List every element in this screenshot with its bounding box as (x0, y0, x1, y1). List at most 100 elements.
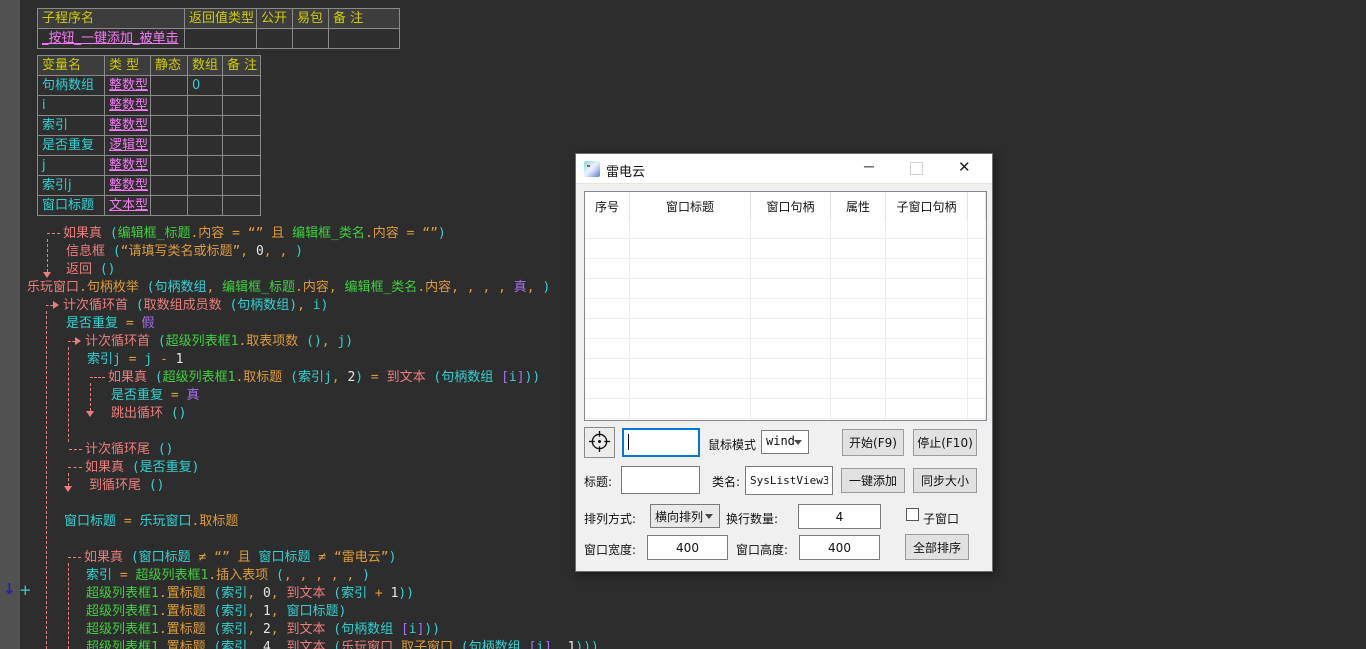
code-line[interactable]: 计次循环首 (取数组成员数 (句柄数组), i) (63, 297, 328, 314)
code-token: , (271, 622, 287, 637)
code-line[interactable]: 返回 () (66, 261, 115, 278)
listview-cell (585, 359, 630, 378)
code-line[interactable]: 如果真 (窗口标题 ≠ “” 且 窗口标题 ≠ “雷电云”) (84, 549, 396, 566)
flow-line (69, 449, 82, 450)
capture-button[interactable] (584, 427, 615, 458)
code-token: i (536, 640, 544, 649)
listview-header-cell[interactable]: 序号 (585, 192, 630, 219)
code-token: , (247, 586, 263, 601)
listview-header-cell[interactable] (968, 192, 986, 219)
child-window-checkbox[interactable] (906, 508, 919, 521)
code-line[interactable]: 超级列表框1.置标题 (索引, 1, 窗口标题) (86, 603, 346, 620)
code-token: 超级列表框1 (86, 622, 159, 637)
code-line[interactable]: 计次循环尾 () (85, 441, 173, 458)
code-line[interactable]: 索引 = 超级列表框1.插入表项 (, , , , , ) (86, 567, 370, 584)
mouse-mode-value: wind (766, 434, 795, 448)
flow-line (47, 239, 48, 272)
flow-line (68, 347, 69, 442)
code-token: .取子窗口 (393, 640, 461, 649)
code-token: )) (525, 370, 541, 385)
listview-cell (751, 399, 831, 418)
wrap-count-input[interactable] (798, 504, 881, 529)
listview-cell (751, 379, 831, 398)
code-line[interactable]: 信息框 (“请填写类名或标题”, 0, , ) (66, 243, 303, 260)
add-button[interactable]: 一键添加 (841, 468, 905, 493)
listview-header-cell[interactable]: 属性 (831, 192, 886, 219)
code-line[interactable]: 到循环尾 () (89, 477, 164, 494)
code-token: (是否重复) (132, 460, 200, 475)
title-label: 标题: (584, 473, 612, 490)
code-token: ( (276, 568, 284, 583)
code-token: , (271, 586, 287, 601)
arrange-value: 横向排列 (655, 510, 703, 524)
mouse-mode-select[interactable]: wind (761, 430, 809, 454)
listview-cell (751, 339, 831, 358)
minimize-button[interactable]: ─ (864, 158, 874, 174)
listview[interactable]: 序号窗口标题窗口句柄属性子窗口句柄 (584, 191, 987, 421)
code-line[interactable]: 超级列表框1.置标题 (索引, 2, 到文本 (句柄数组 [i])) (86, 621, 440, 638)
code-token: , (527, 280, 543, 295)
code-token: (句柄数组 (333, 622, 401, 637)
code-token: 句柄数组 (155, 280, 207, 295)
code-line[interactable]: 跳出循环 () (111, 405, 186, 422)
code-token: (句柄数组) (229, 298, 297, 313)
code-token: 如果真 (84, 550, 131, 565)
code-token: .句柄枚举 (79, 280, 147, 295)
class-label: 类名: (712, 473, 740, 490)
code-line[interactable]: 窗口标题 = 乐玩窗口.取标题 (64, 513, 238, 530)
code-line[interactable]: 乐玩窗口.句柄枚举 (句柄数组, 编辑框_标题.内容, 编辑框_类名.内容, ,… (27, 279, 550, 296)
maximize-button[interactable] (910, 162, 923, 175)
code-token: 如果真 (85, 460, 132, 475)
stop-button[interactable]: 停止(F10) (913, 429, 977, 456)
title-input[interactable] (621, 466, 700, 494)
code-line[interactable]: 如果真 (编辑框_标题.内容 = “” 且 编辑框_类名.内容 = “”) (63, 225, 446, 242)
code-line[interactable]: 超级列表框1.置标题 (索引, 0, 到文本 (索引 + 1)) (86, 585, 414, 602)
flow-line (47, 233, 60, 234)
code-token: (句柄数组 (461, 640, 529, 649)
code-line[interactable]: 如果真 (超级列表框1.取标题 (索引j, 2) = 到文本 (句柄数组 [i]… (108, 369, 540, 386)
code-token: (索引j (290, 370, 332, 385)
sort-all-button[interactable]: 全部排序 (905, 534, 969, 560)
window-width-input[interactable] (647, 535, 728, 560)
code-token: .内容, , , , (417, 280, 513, 295)
code-line[interactable]: 索引j = j - 1 (87, 351, 183, 368)
listview-row (585, 339, 986, 359)
code-token: 假 (142, 316, 155, 331)
code-line[interactable]: 是否重复 = 假 (66, 315, 155, 332)
code-line[interactable]: 是否重复 = 真 (111, 387, 200, 404)
window-height-input[interactable] (799, 535, 880, 560)
capture-input[interactable] (622, 428, 700, 457)
flow-line (68, 557, 81, 558)
listview-header-cell[interactable]: 子窗口句柄 (886, 192, 968, 219)
arrange-select[interactable]: 横向排列 (650, 504, 720, 528)
listview-header-cell[interactable]: 窗口标题 (630, 192, 751, 219)
listview-cell (630, 339, 751, 358)
listview-cell (831, 319, 886, 338)
close-button[interactable]: ✕ (958, 158, 971, 176)
code-line[interactable]: 计次循环首 (超级列表框1.取表项数 (), j) (85, 333, 353, 350)
flow-arrow-icon (64, 486, 72, 492)
code-token: ( (136, 298, 144, 313)
listview-cell (751, 219, 831, 238)
code-token: ] (517, 370, 525, 385)
titlebar[interactable]: 雷电云 ─ ✕ (576, 154, 992, 184)
listview-cell (886, 359, 968, 378)
code-token: = (121, 352, 144, 367)
code-token: 2 (263, 622, 271, 637)
listview-header-cell[interactable]: 窗口句柄 (751, 192, 831, 219)
code-token: 窗口标题 (64, 514, 116, 529)
code-line[interactable]: 超级列表框1.置标题 (索引, 4, 到文本 (乐玩窗口.取子窗口 (句柄数组 … (86, 639, 599, 649)
code-token: 窗口标题 (139, 550, 191, 565)
code-token: 到文本 (387, 370, 434, 385)
sync-size-button[interactable]: 同步大小 (913, 468, 977, 493)
code-token: .取标题 (192, 514, 239, 529)
listview-cell (630, 419, 751, 421)
code-token: 如果真 (108, 370, 155, 385)
code-line[interactable]: 如果真 (是否重复) (85, 459, 199, 476)
code-token: ) (295, 244, 303, 259)
listview-cell (831, 339, 886, 358)
code-token: 计次循环首 (85, 334, 158, 349)
class-input[interactable] (745, 466, 833, 495)
code-token: () (100, 262, 116, 277)
start-button[interactable]: 开始(F9) (842, 429, 904, 456)
